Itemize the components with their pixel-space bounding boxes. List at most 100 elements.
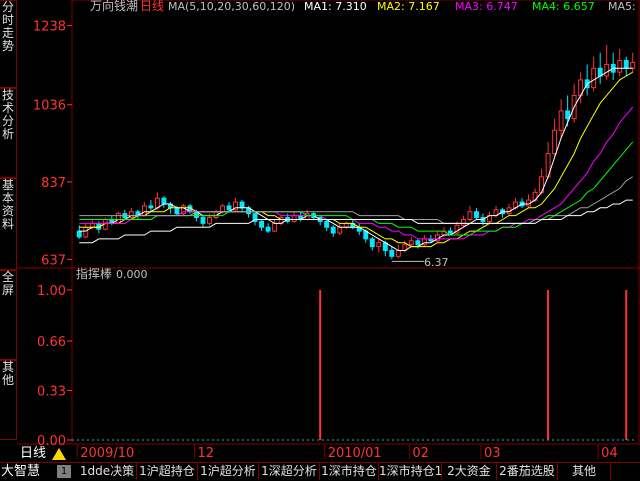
candle-body [395,249,401,257]
left-sidebar: 分时走势 技术分析 基本资料 全屏 其他 [0,0,17,462]
candle-body [460,218,466,226]
ma1-value: MA1: 7.310 [304,0,367,13]
candle-body [265,226,271,232]
indicator-tick-label: 0.33 [37,385,66,400]
price-tick-label: 637 [41,253,66,268]
price-tick-label: 1238 [33,20,66,35]
candle-body [291,215,297,222]
candle-body [474,211,479,219]
tab-technical[interactable]: 技术分析 [0,88,17,178]
tab-intraday-label: 分时走势 [1,0,14,53]
candle-body [83,226,89,238]
candle-body [324,220,330,228]
chart-area[interactable]: 1238 1036 837 637 2009/10 12 2010/01 02 03 04 万向… [0,0,640,462]
candle-body [343,222,349,228]
indicator-bars [319,290,628,440]
candle-body [604,63,610,77]
x-tick-label: 2010/01 [328,446,382,461]
brand-badge: 1 [57,465,71,478]
indicator-tick-label: 0.66 [37,335,66,350]
tab-sh-analysis[interactable]: 1沪超分析 [198,463,259,480]
candle-body [617,60,623,73]
indicator-bar [547,290,550,440]
indicator-bar [625,290,628,440]
ma3-value: MA3: 6.747 [455,0,518,13]
bottom-toolbar: 大智慧 1 1dde决策 1沪超持仓 1沪超分析 1深超分析 1深市持仓 1深市… [0,462,640,481]
candle-body [76,230,82,238]
price-tick-label: 837 [41,176,66,191]
tab-fundamentals[interactable]: 基本资料 [0,178,17,270]
indicator-value: 0.000 [116,268,148,281]
candle-body [226,205,232,211]
tab-other[interactable]: 其他 [0,360,17,440]
ma4-value: MA4: 6.657 [532,0,595,13]
indicator-bar [319,290,322,440]
price-tick-label: 1036 [33,99,66,114]
low-price-annotation: 6.37 [391,256,449,269]
tab-sz-holdings[interactable]: 1深市持仓 [320,463,379,480]
candle-body [207,217,212,224]
tab-intraday[interactable]: 分时走势 [0,0,17,88]
candle-body [259,220,265,228]
candle-body [174,207,180,215]
price-axis: 1238 1036 837 637 [33,20,72,268]
tab-fullscreen-label: 全屏 [1,270,14,297]
tab-sh-holdings[interactable]: 1沪超持仓 [137,463,198,480]
candle-body [220,205,225,213]
x-tick-label: 12 [197,446,214,461]
indicator-header: 指挥棒 0.000 [76,266,148,281]
candle-body [200,217,206,224]
candle-body [148,205,154,209]
x-tick-label: 03 [484,446,501,461]
indicator-title: 指挥棒 [76,266,112,281]
candle-body [154,197,160,209]
tab-technical-label: 技术分析 [1,88,14,141]
chart-header: 万向钱潮 日线 MA(5,10,20,30,60,120) MA1: 7.310… [90,0,636,13]
candle-body [89,222,95,228]
x-tick-label: 04 [601,446,618,461]
low-price-label: 6.37 [424,256,449,269]
indicator-tick-label: 1.00 [37,284,66,299]
tab-dde-decision[interactable]: 1dde决策 [78,463,137,480]
ma-params: MA(5,10,20,30,60,120) [168,0,295,13]
ma2-value: MA2: 7.167 [377,0,440,13]
candle-body [552,129,558,155]
candle-body [272,222,278,232]
ma5-value: MA5: [608,0,636,13]
x-tick-label: 2009/10 [80,446,134,461]
period-label[interactable]: 日线 [20,447,46,461]
tab-other-label: 其他 [1,360,14,387]
candle-body [591,67,597,89]
candle-body [623,60,629,69]
x-tick-label: 02 [412,446,429,461]
brand-label: 大智慧 [1,464,41,479]
tab-sz-holdings-1[interactable]: 1深市持仓1 [379,463,442,480]
candle-body [161,197,167,205]
tab-more[interactable]: 其他 [558,463,611,480]
candle-body [408,240,414,246]
candle-body [141,205,147,217]
tab-fundamentals-label: 基本资料 [1,178,14,231]
period-indicator: 日线 [140,0,164,13]
candle-body [630,61,636,69]
candle-body [337,226,343,234]
tab-fullscreen[interactable]: 全屏 [0,270,17,360]
candle-body [330,226,336,234]
period-up-arrow-icon[interactable] [52,448,66,460]
candle-body [369,238,375,248]
candle-body [239,201,245,209]
tab-sz-analysis[interactable]: 1深超分析 [259,463,320,480]
candle-body [376,242,382,248]
stock-name: 万向钱潮 [90,0,138,13]
candle-body [389,249,395,257]
candle-body [447,230,453,234]
candle-body [565,110,571,120]
candle-body [558,110,564,131]
candle-body [467,211,473,220]
candle-body [415,240,421,246]
chart-border [71,0,640,445]
indicator-y-axis: 1.000.660.330.00 [37,284,636,449]
x-axis: 2009/10 12 2010/01 02 03 04 [76,444,618,461]
tab-big-capital[interactable]: 2大资金 [442,463,497,480]
tab-stock-picker[interactable]: 2番茄选股 [497,463,558,480]
